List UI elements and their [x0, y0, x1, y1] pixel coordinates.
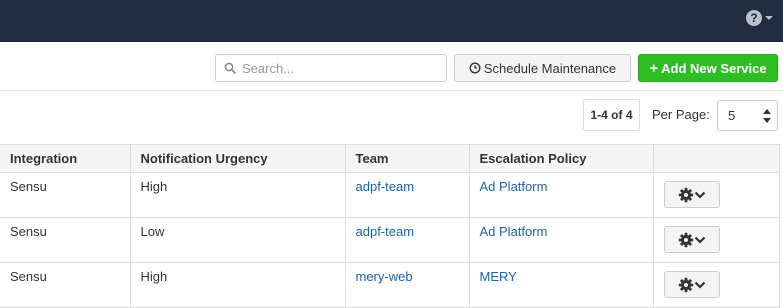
urgency-cell: Low	[129, 217, 346, 263]
table-row: Sensu High mery-web MERY	[0, 262, 780, 308]
search-input[interactable]	[242, 56, 442, 80]
question-circle-icon: ?	[746, 10, 762, 26]
policy-cell: MERY	[468, 262, 654, 308]
team-link[interactable]: adpf-team	[356, 179, 415, 194]
policy-cell: Ad Platform	[468, 217, 654, 263]
table-row: Sensu Low adpf-team Ad Platform	[0, 217, 780, 263]
services-table: Integration Notification Urgency Team Es…	[0, 144, 780, 308]
caret-down-icon	[765, 16, 773, 20]
column-header-integration[interactable]: Integration	[0, 144, 131, 173]
policy-cell: Ad Platform	[468, 172, 654, 218]
escalation-policy-link[interactable]: Ad Platform	[480, 179, 548, 194]
search-icon	[224, 62, 236, 74]
actions-cell	[652, 172, 780, 218]
per-page-label: Per Page:	[652, 107, 710, 122]
row-actions-button[interactable]	[663, 181, 720, 208]
schedule-maintenance-label: Schedule Maintenance	[483, 60, 617, 76]
integration-cell: Sensu	[0, 172, 131, 218]
gear-icon	[678, 187, 693, 202]
team-cell: adpf-team	[344, 172, 470, 218]
schedule-maintenance-button[interactable]: Schedule Maintenance	[454, 54, 631, 82]
team-link[interactable]: adpf-team	[356, 224, 415, 239]
add-new-service-button[interactable]: + Add New Service	[638, 54, 778, 82]
add-new-service-label: Add New Service	[661, 60, 767, 76]
clock-icon	[469, 62, 481, 74]
pagination-count: 1-4 of 4	[583, 99, 640, 131]
row-actions-button[interactable]	[663, 226, 720, 253]
chevron-down-icon	[694, 236, 705, 244]
actions-cell	[652, 262, 780, 308]
actions-cell	[652, 217, 780, 263]
select-arrows-icon	[763, 109, 771, 123]
gear-icon	[678, 277, 693, 292]
integration-cell: Sensu	[0, 217, 131, 263]
team-link[interactable]: mery-web	[356, 269, 413, 284]
column-header-team[interactable]: Team	[344, 144, 470, 173]
chevron-down-icon	[694, 281, 705, 289]
table-row: Sensu High adpf-team Ad Platform	[0, 172, 780, 218]
search-box	[215, 54, 447, 82]
urgency-cell: High	[129, 262, 346, 308]
urgency-cell: High	[129, 172, 346, 218]
gear-icon	[678, 232, 693, 247]
per-page-value: 5	[728, 108, 736, 123]
integration-cell: Sensu	[0, 262, 131, 308]
table-header-row: Integration Notification Urgency Team Es…	[0, 144, 780, 173]
top-navbar: ?	[0, 0, 783, 42]
plus-icon: +	[649, 59, 659, 77]
per-page-select[interactable]: 5	[717, 100, 778, 131]
services-toolbar: Schedule Maintenance + Add New Service	[0, 42, 783, 91]
column-header-escalation-policy[interactable]: Escalation Policy	[468, 144, 654, 173]
column-header-actions	[652, 144, 780, 173]
row-actions-button[interactable]	[663, 271, 720, 298]
chevron-down-icon	[694, 191, 705, 199]
escalation-policy-link[interactable]: Ad Platform	[480, 224, 548, 239]
help-menu[interactable]: ?	[746, 9, 773, 27]
escalation-policy-link[interactable]: MERY	[480, 269, 517, 284]
column-header-urgency[interactable]: Notification Urgency	[129, 144, 346, 173]
team-cell: adpf-team	[344, 217, 470, 263]
team-cell: mery-web	[344, 262, 470, 308]
